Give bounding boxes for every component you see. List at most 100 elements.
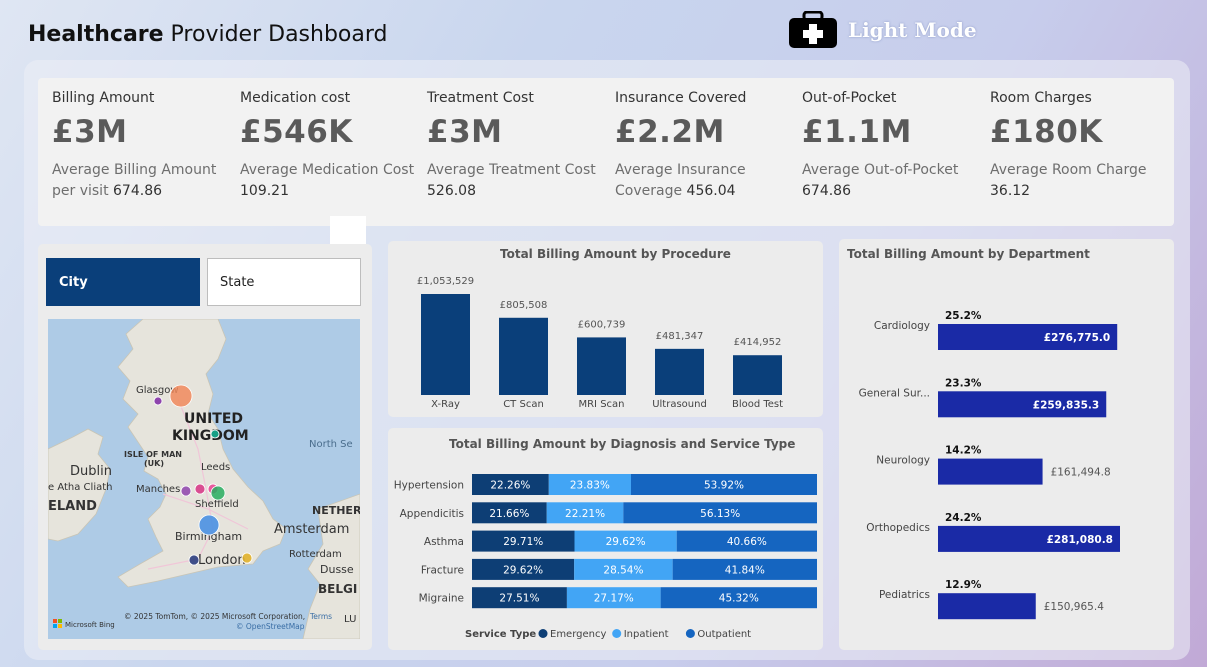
procedure-category-label: Blood Test xyxy=(732,399,783,410)
kpi-label: Medication cost xyxy=(240,90,351,106)
department-category-label: Neurology xyxy=(876,455,930,467)
department-value-label: £150,965.4 xyxy=(1044,601,1104,613)
diagnosis-segment-label: 27.17% xyxy=(594,593,634,605)
diagnosis-segment-label: 56.13% xyxy=(700,508,740,520)
legend-label: Outpatient xyxy=(697,629,751,640)
diagnosis-segment-label: 22.21% xyxy=(565,508,605,520)
city-bubble[interactable] xyxy=(153,396,163,406)
procedure-value-label: £600,739 xyxy=(578,319,626,330)
procedure-bar xyxy=(499,317,548,395)
city-bubble[interactable] xyxy=(188,554,200,566)
map-terms-link[interactable]: Terms xyxy=(309,612,332,621)
procedure-value-label: £414,952 xyxy=(734,337,782,348)
department-category-label: Pediatrics xyxy=(879,589,930,601)
kpi-treatment-cost: Treatment Cost £3M Average Treatment Cos… xyxy=(427,90,607,202)
procedure-bar xyxy=(655,348,704,395)
kpi-subtext: Average Billing Amount per visit 674.86 xyxy=(52,160,232,202)
kpi-panel: Billing Amount £3M Average Billing Amoun… xyxy=(38,78,1174,226)
map-label-uk: (UK) xyxy=(144,459,164,468)
kpi-label: Billing Amount xyxy=(52,90,155,106)
department-percent-label: 25.2% xyxy=(945,310,982,322)
diagnosis-segment-label: 45.32% xyxy=(719,593,759,605)
map-label-leeds: Leeds xyxy=(201,462,230,473)
city-bubble[interactable] xyxy=(180,485,192,497)
city-bubble[interactable] xyxy=(194,483,206,495)
kpi-sub-label: Average Treatment Cost xyxy=(427,162,596,178)
map-label-country: UNITED xyxy=(184,411,243,427)
page-title: Healthcare Provider Dashboard xyxy=(28,22,387,47)
procedure-bar xyxy=(733,355,782,395)
diagnosis-segment-label: 53.92% xyxy=(704,480,744,492)
map-label-london: London xyxy=(198,553,246,568)
page-title-bold: Healthcare xyxy=(28,22,164,47)
city-toggle-button[interactable]: City xyxy=(46,258,200,306)
kpi-sub-value: 674.86 xyxy=(113,183,163,199)
legend-title: Service Type xyxy=(465,629,536,640)
department-percent-label: 14.2% xyxy=(945,445,982,457)
map-label-rotterdam: Rotterdam xyxy=(289,549,342,560)
city-bubble[interactable] xyxy=(169,384,193,408)
department-chart: 25.2% Cardiology £276,775.0 23.3% General Su… xyxy=(859,310,1120,620)
kpi-out-of-pocket: Out-of-Pocket £1.1M Average Out-of-Pocke… xyxy=(802,90,982,202)
uk-map[interactable]: Glasgow UNITED KINGDOM ISLE OF MAN (UK) … xyxy=(48,319,360,639)
procedure-bar xyxy=(421,294,470,395)
city-bubble[interactable] xyxy=(210,485,226,501)
legend-marker xyxy=(612,629,622,638)
diagnosis-category-label: Appendicitis xyxy=(400,508,464,520)
city-bubble[interactable] xyxy=(198,514,220,536)
map-canvas[interactable]: Glasgow UNITED KINGDOM ISLE OF MAN (UK) … xyxy=(48,319,360,639)
procedure-value-label: £805,508 xyxy=(500,300,548,311)
legend-label: Emergency xyxy=(550,629,606,640)
department-percent-label: 24.2% xyxy=(945,512,982,524)
procedure-category-label: MRI Scan xyxy=(578,399,624,410)
kpi-sub-label: Average Room Charge xyxy=(990,162,1147,178)
kpi-insurance-covered: Insurance Covered £2.2M Average Insuranc… xyxy=(615,90,795,202)
department-value-label: £259,835.3 xyxy=(1033,399,1099,411)
kpi-sub-value: 526.08 xyxy=(427,183,476,199)
procedure-category-label: CT Scan xyxy=(503,399,544,410)
department-category-label: Orthopedics xyxy=(866,522,930,534)
procedure-value-label: £1,053,529 xyxy=(417,276,474,287)
procedure-category-label: Ultrasound xyxy=(652,399,707,410)
kpi-label: Out-of-Pocket xyxy=(802,90,897,106)
map-label-belgium: BELGI xyxy=(318,582,357,596)
department-bar xyxy=(938,593,1036,620)
kpi-medication-cost: Medication cost £546K Average Medication… xyxy=(240,90,420,202)
light-mode-label[interactable]: Light Mode xyxy=(848,18,977,42)
department-percent-label: 23.3% xyxy=(945,377,982,389)
kpi-subtext: Average Out-of-Pocket 674.86 xyxy=(802,160,982,202)
map-label-manchester: Manches xyxy=(136,484,180,495)
kpi-value: £180K xyxy=(990,114,1103,150)
kpi-sub-value: 674.86 xyxy=(802,183,851,199)
kpi-subtext: Average Insurance Coverage 456.04 xyxy=(615,160,765,202)
legend-marker xyxy=(538,629,548,638)
legend-label: Inpatient xyxy=(624,629,669,640)
kpi-value: £3M xyxy=(427,114,503,150)
department-chart-title: Total Billing Amount by Department xyxy=(847,247,1090,261)
diagnosis-segment-label: 23.83% xyxy=(570,480,610,492)
city-bubble[interactable] xyxy=(210,429,220,439)
map-osm-link[interactable]: © OpenStreetMap xyxy=(236,622,305,631)
state-toggle-button[interactable]: State xyxy=(207,258,361,306)
legend-marker xyxy=(685,629,695,638)
map-label-netherlands: NETHER xyxy=(312,504,360,517)
diagnosis-segment-label: 29.71% xyxy=(503,536,543,548)
kpi-label: Insurance Covered xyxy=(615,90,747,106)
diagnosis-segment-label: 28.54% xyxy=(603,564,643,576)
procedure-value-label: £481,347 xyxy=(656,331,704,342)
kpi-sub-label: Average Medication Cost xyxy=(240,162,415,178)
city-bubble[interactable] xyxy=(241,552,253,564)
kpi-sub-value: 456.04 xyxy=(686,183,736,199)
map-copyright: © 2025 TomTom, © 2025 Microsoft Corporat… xyxy=(124,612,305,621)
medical-briefcase-icon[interactable] xyxy=(788,11,838,49)
department-category-label: Cardiology xyxy=(874,320,930,332)
map-label-north-sea: North Se xyxy=(309,439,353,450)
kpi-subtext: Average Medication Cost 109.21 xyxy=(240,160,420,202)
light-mode-toggle[interactable]: Light Mode xyxy=(788,10,977,50)
kpi-subtext: Average Treatment Cost 526.08 xyxy=(427,160,607,202)
diagnosis-category-label: Asthma xyxy=(424,536,464,548)
procedure-bar xyxy=(577,337,626,395)
kpi-sub-label: Average Out-of-Pocket xyxy=(802,162,959,178)
kpi-label: Room Charges xyxy=(990,90,1092,106)
kpi-value: £546K xyxy=(240,114,353,150)
